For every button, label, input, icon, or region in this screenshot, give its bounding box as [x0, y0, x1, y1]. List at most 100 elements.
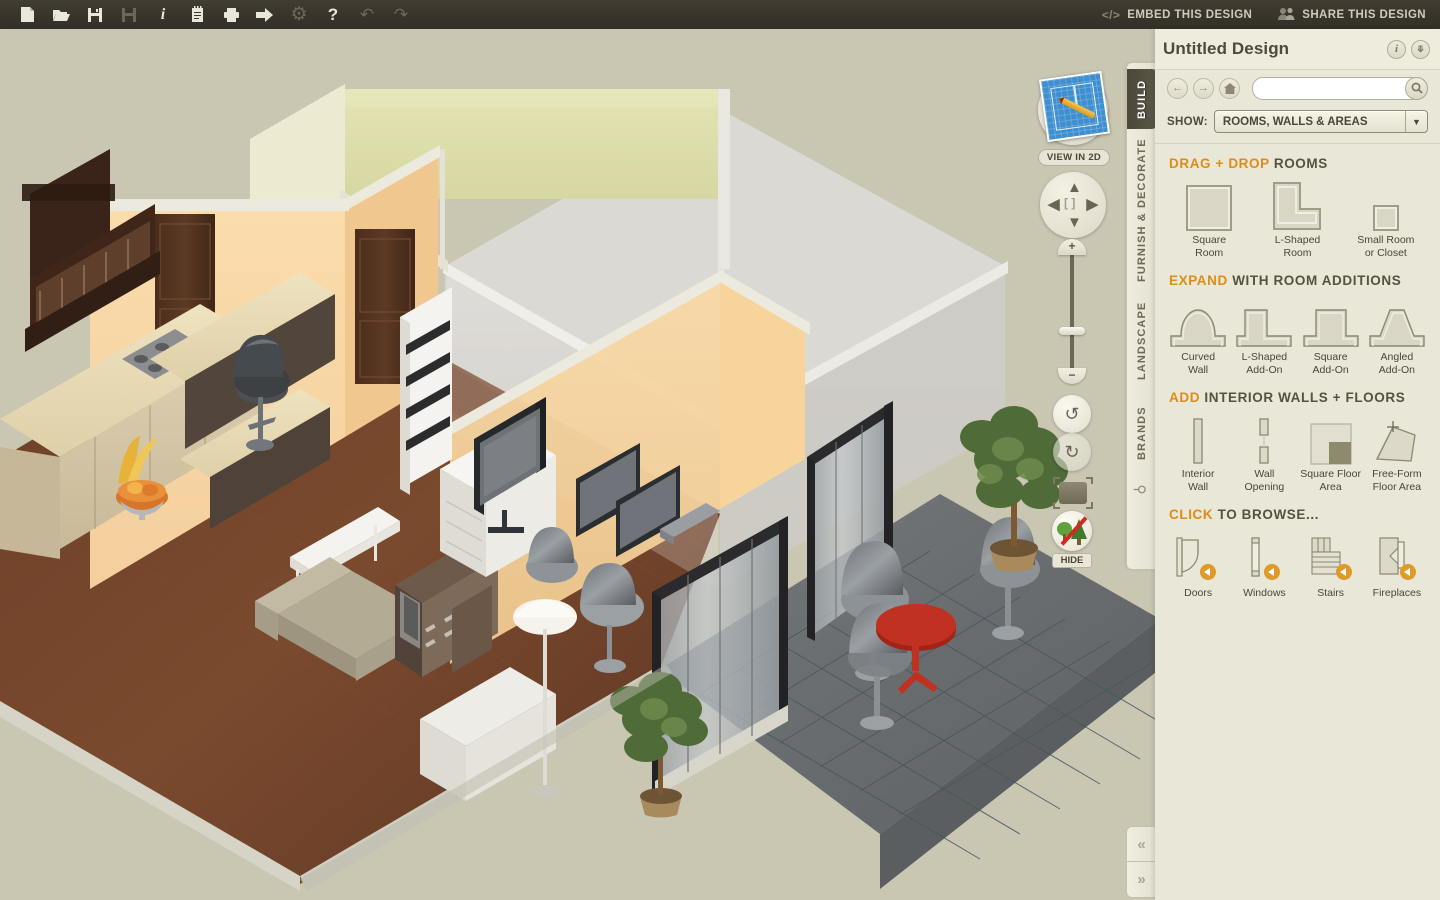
collapse-panel-left-button[interactable]: « — [1126, 826, 1156, 862]
pan-control-pad[interactable]: ▲ ▼ ◀ ▶ [ ] — [1040, 172, 1106, 238]
panel-search-input[interactable] — [1261, 77, 1401, 99]
undo-icon[interactable]: ↶ — [350, 0, 384, 29]
rail-tab-brands[interactable]: BRANDS — [1127, 397, 1157, 469]
view-in-2d-label[interactable]: VIEW IN 2D — [1038, 149, 1110, 166]
pan-right-icon[interactable]: ▶ — [1086, 197, 1098, 212]
collapse-panel-right-button[interactable]: » — [1126, 862, 1156, 898]
design-canvas-3d[interactable]: VIEW IN 2D ▲ ▼ ◀ ▶ [ ] + − ↺ ↻ HIDE — [0, 29, 1155, 900]
pan-down-icon[interactable]: ▼ — [1067, 215, 1082, 230]
design-title: Untitled Design — [1163, 39, 1290, 58]
pan-left-icon[interactable]: ◀ — [1048, 197, 1060, 212]
l-shaped-add-on-icon — [1231, 294, 1297, 348]
share-this-design-button[interactable]: SHARE THIS DESIGN — [1278, 7, 1426, 23]
chevron-double-down-icon: ⤋ — [1416, 43, 1425, 54]
hide-landscape-control[interactable]: HIDE — [1052, 511, 1092, 568]
item-angled-add-on[interactable]: Angled Add-On — [1364, 294, 1430, 376]
small-room-icon — [1342, 177, 1430, 231]
nav-home-button[interactable] — [1219, 77, 1240, 99]
hide-trees-icon[interactable] — [1052, 511, 1092, 551]
item-label: L-Shaped Add-On — [1241, 351, 1288, 376]
settings-gear-icon[interactable]: ⚙ — [282, 0, 316, 29]
item-stairs[interactable]: Stairs — [1298, 528, 1364, 600]
show-select-value: ROOMS, WALLS & AREAS — [1222, 115, 1368, 128]
panel-search-button[interactable] — [1405, 76, 1428, 100]
item-label: L-Shaped Room — [1274, 234, 1321, 259]
section-add-interior-walls-floors: ADD INTERIOR WALLS + FLOORS Interior Wal… — [1155, 390, 1440, 493]
redo-icon[interactable]: ↷ — [384, 0, 418, 29]
zoom-out-button[interactable]: − — [1058, 368, 1086, 384]
view-in-2d-control[interactable]: VIEW IN 2D — [1038, 70, 1111, 166]
right-panel: Untitled Design i ⤋ ← → SHOW: ROOMS, WAL… — [1155, 29, 1440, 900]
panel-collapse-icon[interactable]: ⤋ — [1411, 39, 1430, 59]
rail-search-icon[interactable]: ⚲ — [1132, 484, 1149, 494]
top-toolbar: i ⚙ ? ↶ ↷ </> EMBED THIS DESIGN SHARE TH… — [0, 0, 1440, 29]
section-title-highlight: ADD — [1169, 390, 1201, 405]
rotate-cw-icon: ↻ — [1064, 441, 1080, 462]
item-label: Angled Add-On — [1378, 351, 1415, 376]
view-in-2d-thumbnail[interactable] — [1038, 70, 1111, 145]
item-wall-opening[interactable]: Wall Opening — [1231, 411, 1297, 493]
nav-forward-button[interactable]: → — [1193, 77, 1214, 99]
notes-icon[interactable] — [180, 0, 214, 29]
item-doors[interactable]: Doors — [1165, 528, 1231, 600]
show-label: SHOW: — [1167, 115, 1208, 128]
section-title: DRAG + DROP ROOMS — [1169, 156, 1430, 171]
open-folder-icon[interactable] — [44, 0, 78, 29]
people-icon — [1278, 7, 1295, 23]
section-expand-room-additions: EXPAND WITH ROOM ADDITIONS Curved Wall L… — [1155, 273, 1440, 376]
material-swatch-button[interactable] — [1053, 477, 1093, 509]
code-brackets-icon: </> — [1101, 7, 1121, 22]
embed-this-design-button[interactable]: </> EMBED THIS DESIGN — [1102, 8, 1253, 22]
panel-search[interactable] — [1252, 76, 1428, 100]
new-file-icon[interactable] — [10, 0, 44, 29]
item-interior-wall[interactable]: Interior Wall — [1165, 411, 1231, 493]
info-icon[interactable]: i — [146, 0, 180, 29]
help-icon[interactable]: ? — [316, 0, 350, 29]
save-as-icon[interactable] — [112, 0, 146, 29]
panel-info-icon[interactable]: i — [1387, 39, 1406, 59]
item-square-add-on[interactable]: Square Add-On — [1298, 294, 1364, 376]
item-fireplaces[interactable]: Fireplaces — [1364, 528, 1430, 600]
zoom-slider-handle[interactable] — [1059, 327, 1085, 335]
section-items: Square Room L-Shaped Room Small Room or … — [1165, 177, 1430, 259]
panel-content: DRAG + DROP ROOMS Square Room L-Shaped R… — [1155, 144, 1440, 600]
zoom-in-button[interactable]: + — [1058, 239, 1086, 255]
stairs-icon — [1298, 528, 1364, 584]
rotate-ccw-icon: ↺ — [1064, 403, 1080, 424]
item-free-form-floor-area[interactable]: Free-Form Floor Area — [1364, 411, 1430, 493]
item-square-floor-area[interactable]: Square Floor Area — [1298, 411, 1364, 493]
hide-label[interactable]: HIDE — [1052, 553, 1092, 568]
rotate-cw-button[interactable]: ↻ — [1053, 433, 1091, 471]
zoom-slider[interactable]: + − — [1058, 239, 1086, 384]
item-small-room-or-closet[interactable]: Small Room or Closet — [1342, 177, 1430, 259]
pan-center-icon[interactable]: [ ] — [1064, 197, 1075, 209]
panel-collapse-group: « » — [1126, 826, 1156, 898]
mode-rail: BUILD FURNISH & DECORATE LANDSCAPE BRAND… — [1126, 62, 1157, 570]
show-select[interactable]: ROOMS, WALLS & AREAS ▼ — [1213, 110, 1428, 133]
toolbar-right-links: </> EMBED THIS DESIGN SHARE THIS DESIGN — [1102, 7, 1440, 23]
item-l-shaped-add-on[interactable]: L-Shaped Add-On — [1231, 294, 1297, 376]
section-items: Interior Wall Wall Opening Square Floor … — [1165, 411, 1430, 493]
item-label: Wall Opening — [1244, 468, 1285, 493]
rotate-ccw-button[interactable]: ↺ — [1053, 395, 1091, 433]
rail-tab-landscape[interactable]: LANDSCAPE — [1127, 291, 1157, 391]
pan-up-icon[interactable]: ▲ — [1067, 180, 1082, 195]
item-square-room[interactable]: Square Room — [1165, 177, 1253, 259]
nav-back-button[interactable]: ← — [1167, 77, 1188, 99]
rail-tab-build[interactable]: BUILD — [1127, 69, 1157, 129]
square-add-on-icon — [1298, 294, 1364, 348]
rail-tab-furnish-decorate[interactable]: FURNISH & DECORATE — [1127, 135, 1157, 285]
item-label: Fireplaces — [1372, 587, 1422, 599]
save-icon[interactable] — [78, 0, 112, 29]
print-icon[interactable] — [214, 0, 248, 29]
curved-wall-icon — [1165, 294, 1231, 348]
item-label: Small Room or Closet — [1357, 234, 1415, 259]
item-windows[interactable]: Windows — [1231, 528, 1297, 600]
square-floor-area-icon — [1298, 411, 1364, 465]
chevron-down-icon[interactable]: ▼ — [1405, 111, 1427, 132]
floorplan-thumbnail-icon — [1038, 70, 1111, 143]
floorplan-3d-render — [0, 29, 1155, 900]
export-icon[interactable] — [248, 0, 282, 29]
item-l-shaped-room[interactable]: L-Shaped Room — [1253, 177, 1341, 259]
item-curved-wall[interactable]: Curved Wall — [1165, 294, 1231, 376]
